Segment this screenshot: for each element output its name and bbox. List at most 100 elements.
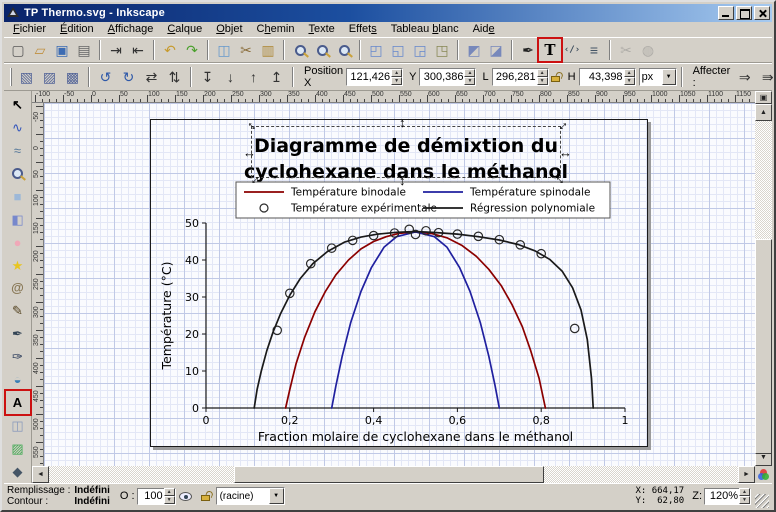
opacity-input[interactable] [138,489,164,503]
zoom-stepper[interactable]: ▲▼ [739,488,750,504]
select-all-icon[interactable]: ▧ [15,66,38,89]
duplicate-icon[interactable]: ◰ [365,39,387,61]
edit-clips-dialog-icon[interactable]: ◪ [485,39,507,61]
opacity-stepper[interactable]: ▲▼ [164,488,175,504]
height-input[interactable] [580,70,624,84]
menu-aide[interactable]: Aide [466,22,502,37]
redo-icon[interactable]: ↷ [181,39,203,61]
unlink-clone-icon[interactable]: ◲ [409,39,431,61]
hscroll-thumb[interactable] [234,466,544,483]
copy-icon[interactable]: ◫ [213,39,235,61]
horizontal-ruler[interactable]: -100-50050100150200250300350400450500550… [32,91,755,103]
paste-icon[interactable]: ▥ [257,39,279,61]
calligraphy-tool-icon[interactable]: ✑ [6,345,30,368]
resize-grip[interactable] [755,494,769,508]
selector-tool-icon[interactable]: ↖ [6,93,30,116]
horizontal-scrollbar[interactable]: ◄ ► [32,466,755,483]
open-document-icon[interactable]: ▱ [29,39,51,61]
zoom-drawing-icon[interactable] [311,39,333,61]
affect-scale-icon[interactable]: ⇛ [756,66,776,89]
zoom-tool-icon[interactable] [6,162,30,185]
position-x-input[interactable] [347,70,391,84]
menu-tableau-blanc[interactable]: Tableau blanc [384,22,466,37]
cut-icon[interactable]: ✂ [235,39,257,61]
unit-dropdown-icon[interactable]: ▼ [662,69,676,85]
scroll-left-icon[interactable]: ◄ [32,466,49,483]
new-document-icon[interactable]: ▢ [7,39,29,61]
xml-editor-icon[interactable]: ‹/› [561,39,583,61]
pencil-tool-icon[interactable]: ✎ [6,299,30,322]
node-editor-tool-icon[interactable]: ∿ [6,116,30,139]
maximize-button[interactable] [736,6,752,20]
select-all-layers-icon[interactable]: ▨ [38,66,61,89]
rotate-cw-icon[interactable]: ↻ [117,66,140,89]
unit-select[interactable] [640,70,662,84]
deselect-icon[interactable]: ▩ [61,66,84,89]
menu-chemin[interactable]: Chemin [250,22,302,37]
minimize-button[interactable] [718,6,734,20]
lower-to-bottom-icon[interactable]: ↧ [196,66,219,89]
rectangle-tool-icon[interactable]: ■ [6,185,30,208]
zoom-input[interactable] [705,489,739,503]
document-page[interactable]: 00,20,40,60,8101020304050Fraction molair… [150,119,648,447]
vscroll-thumb[interactable] [755,239,772,454]
affect-move-icon[interactable]: ⇒ [733,66,756,89]
position-y-stepper[interactable]: ▲▼ [464,69,475,85]
box3d-tool-icon[interactable]: ◧ [6,208,30,231]
connector-tool-icon[interactable]: ◫ [6,414,30,437]
menu-calque[interactable]: Calque [160,22,209,37]
paint-bucket-tool-icon[interactable]: ◒ [6,368,30,391]
height-stepper[interactable]: ▲▼ [624,69,635,85]
lock-ratio-icon[interactable] [551,69,560,85]
fill-value[interactable]: Indéfini [74,485,110,496]
menu-texte[interactable]: Texte [301,22,341,37]
rotate-ccw-icon[interactable]: ↺ [94,66,117,89]
layer-dropdown-icon[interactable]: ▼ [269,488,284,504]
ellipse-tool-icon[interactable]: ● [6,231,30,254]
width-input[interactable] [493,70,537,84]
bezier-pen-tool-icon[interactable]: ✒ [6,322,30,345]
edit-paths-dialog-icon[interactable]: ◩ [463,39,485,61]
raise-to-top-icon[interactable]: ↥ [265,66,288,89]
gradient-tool-icon[interactable]: ▨ [6,437,30,460]
canvas[interactable]: 00,20,40,60,8101020304050Fraction molair… [44,103,755,466]
cms-toggle-icon[interactable]: ▣ [755,91,772,104]
dropper-tool-icon[interactable]: ◆ [6,460,30,483]
text-dialog-icon[interactable]: T [539,39,561,61]
export-bitmap-icon[interactable]: ⇤ [127,39,149,61]
paste-in-place-icon[interactable]: ◳ [431,39,453,61]
scale-handle-icon[interactable]: ↕ [399,116,406,129]
vertical-scrollbar[interactable]: ▣ ▲ ▼ [755,91,772,466]
color-management-corner[interactable] [755,466,772,483]
stroke-value[interactable]: Indéfini [74,496,110,507]
menu-affichage[interactable]: Affichage [101,22,161,37]
save-document-icon[interactable]: ▣ [51,39,73,61]
menu--dition[interactable]: Édition [53,22,101,37]
layer-lock-icon[interactable] [197,487,215,505]
current-layer-select[interactable]: (racine) [217,491,269,502]
zoom-selection-icon[interactable] [289,39,311,61]
menu-fichier[interactable]: Fichier [6,22,53,37]
scroll-right-icon[interactable]: ► [738,466,755,483]
flip-horizontal-icon[interactable]: ⇄ [140,66,163,89]
import-bitmap-icon[interactable]: ⇥ [105,39,127,61]
position-y-input[interactable] [420,70,464,84]
tweak-tool-icon[interactable]: ≈ [6,139,30,162]
spiral-tool-icon[interactable]: @ [6,277,30,300]
print-document-icon[interactable]: ▤ [73,39,95,61]
fill-stroke-dialog-icon[interactable]: ✒ [517,39,539,61]
close-button[interactable] [754,6,770,20]
menu-objet[interactable]: Objet [209,22,249,37]
scale-handle-icon[interactable]: ↔ [243,146,256,159]
raise-one-step-icon[interactable]: ↑ [242,66,265,89]
scale-handle-icon[interactable]: ↕ [399,174,406,187]
undo-icon[interactable]: ↶ [159,39,181,61]
flip-vertical-icon[interactable]: ⇅ [163,66,186,89]
lower-one-step-icon[interactable]: ↓ [219,66,242,89]
align-distribute-dialog-icon[interactable]: ≡ [583,39,605,61]
create-clone-icon[interactable]: ◱ [387,39,409,61]
menu-effets[interactable]: Effets [342,22,384,37]
layer-visibility-icon[interactable] [177,487,195,505]
position-x-stepper[interactable]: ▲▼ [391,69,402,85]
scroll-up-icon[interactable]: ▲ [755,104,772,121]
